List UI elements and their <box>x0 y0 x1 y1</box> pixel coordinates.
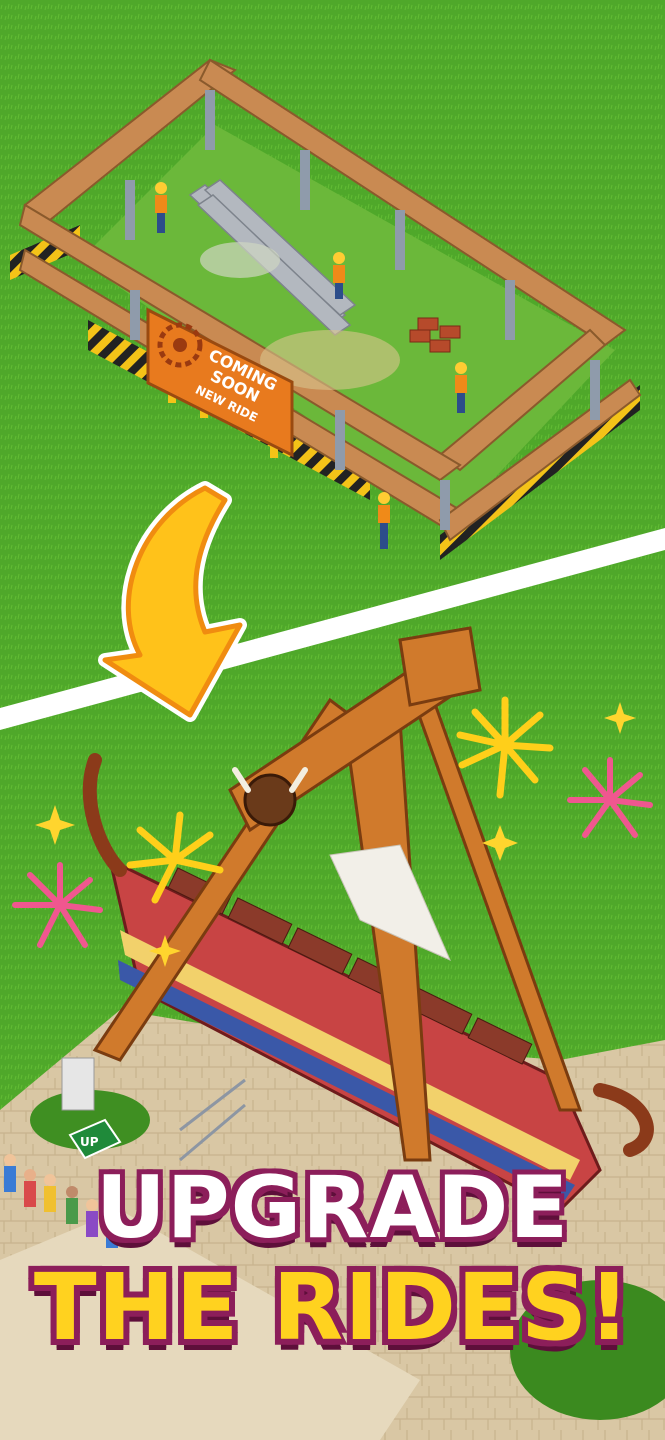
upgrade-marker-label: UP <box>80 1135 99 1149</box>
headline-line-1: UPGRADE <box>95 1158 570 1258</box>
headline-line-2: THE RIDES! <box>33 1254 632 1361</box>
viking-head-icon <box>243 773 297 827</box>
